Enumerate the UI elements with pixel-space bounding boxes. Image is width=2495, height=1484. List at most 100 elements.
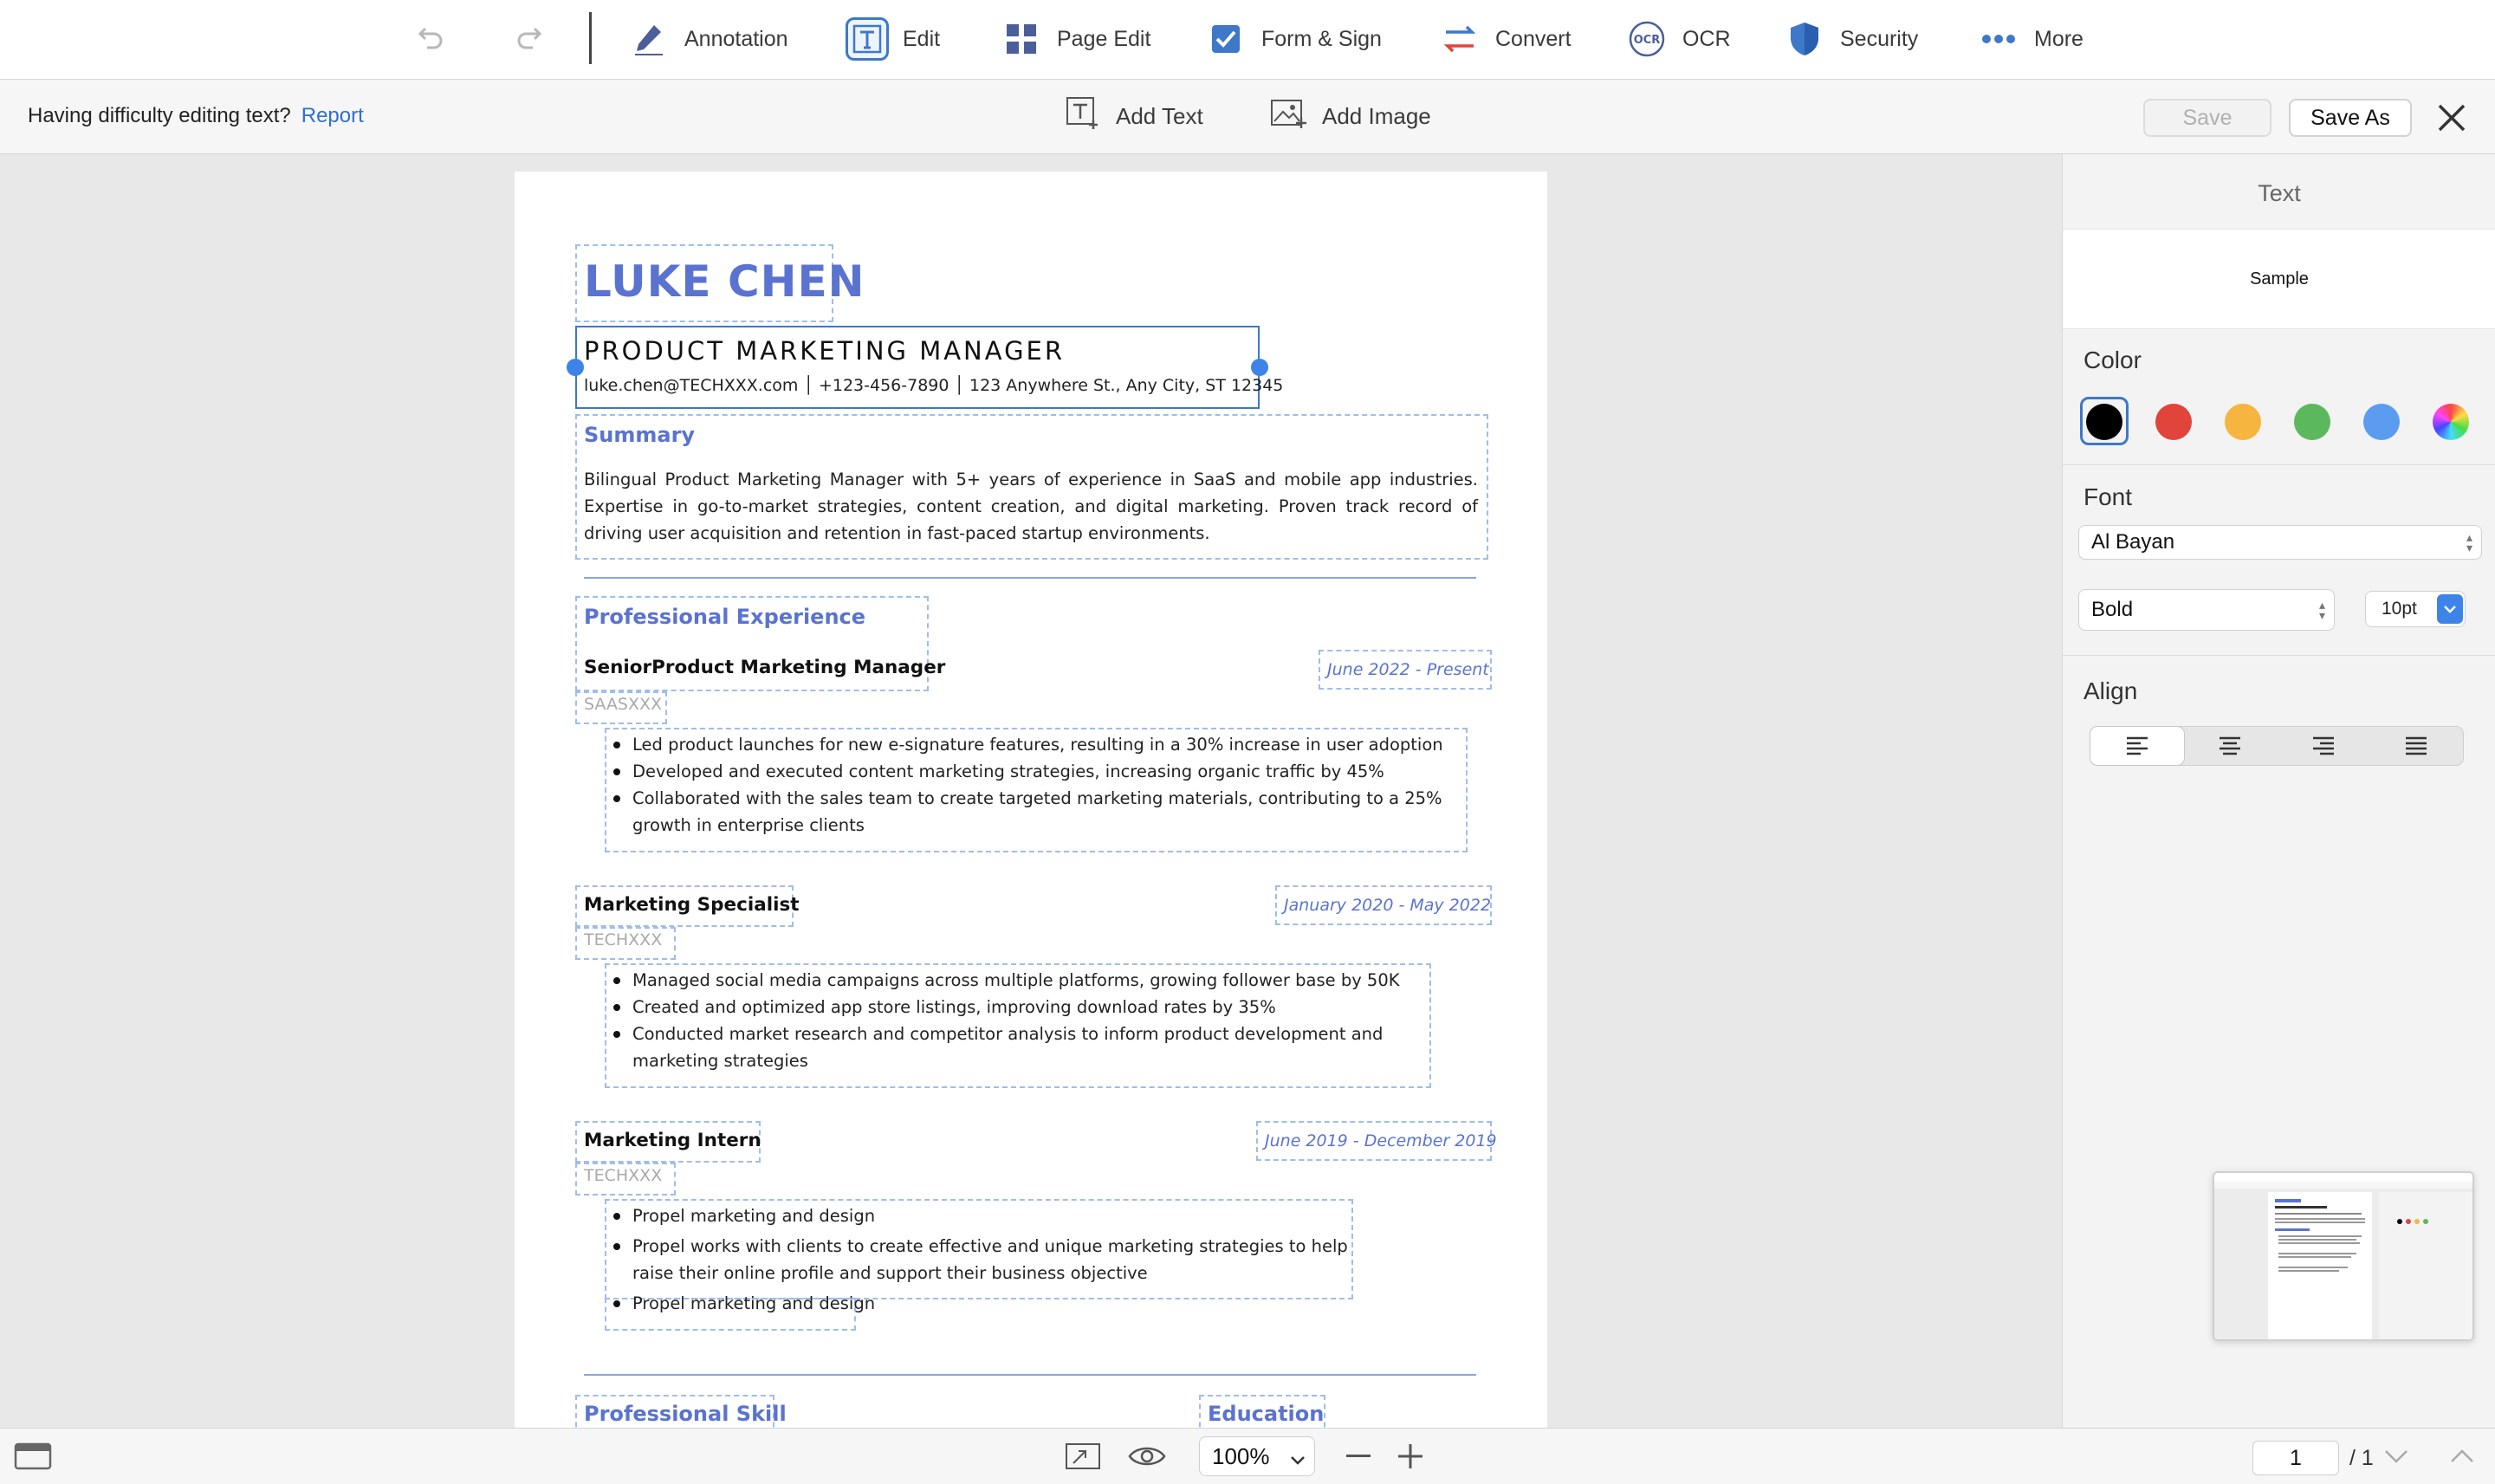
- chevron-updown-icon: ▴ ▾: [2466, 530, 2472, 554]
- hint-text: Having difficulty editing text?: [28, 104, 291, 127]
- job-date: June 2022 - Present: [1327, 660, 1489, 679]
- align-justify-button[interactable]: [2370, 727, 2464, 765]
- eye-icon[interactable]: [1128, 1439, 1166, 1474]
- color-swatch-black[interactable]: [2086, 404, 2122, 440]
- job-company: TECHXXX: [584, 930, 663, 949]
- redo-icon[interactable]: [509, 19, 548, 54]
- education-heading: Education: [1208, 1402, 1325, 1426]
- align-justify-icon: [2406, 736, 2427, 755]
- ocr-icon: OCR: [1625, 17, 1669, 61]
- zoom-select[interactable]: 100%: [1199, 1436, 1315, 1476]
- job-date: January 2020 - May 2022: [1284, 896, 1492, 915]
- more-button[interactable]: More: [1977, 12, 2083, 66]
- shield-icon: [1783, 17, 1826, 61]
- chevron-updown-icon: ▴ ▾: [2318, 598, 2325, 622]
- more-label: More: [2034, 26, 2083, 51]
- main-toolbar: Annotation Edit Page Edit Form & Sign Co…: [0, 0, 2495, 80]
- resize-handle-left[interactable]: [567, 359, 584, 376]
- page-thumbnail-preview[interactable]: [2213, 1171, 2474, 1341]
- form-sign-button[interactable]: Form & Sign: [1204, 12, 1382, 66]
- skill-heading: Professional Skill: [584, 1402, 787, 1426]
- align-left-button[interactable]: [2090, 727, 2184, 765]
- chevron-down-icon: [1290, 1446, 1306, 1473]
- document-workspace: LUKE CHEN PRODUCT MARKETING MANAGER luke…: [0, 154, 2062, 1428]
- add-text-button[interactable]: Add Text: [1066, 96, 1203, 137]
- save-button[interactable]: Save: [2143, 99, 2271, 137]
- panel-title: Text: [2258, 180, 2301, 206]
- report-link[interactable]: Report: [301, 104, 364, 127]
- annotation-button[interactable]: Annotation: [627, 12, 788, 66]
- job-company: SAASXXX: [584, 695, 663, 714]
- pdf-page: LUKE CHEN PRODUCT MARKETING MANAGER luke…: [515, 172, 1547, 1428]
- ocr-label: OCR: [1682, 26, 1731, 51]
- add-text-label: Add Text: [1116, 102, 1203, 129]
- job-role: Marketing Intern: [584, 1130, 761, 1151]
- align-right-button[interactable]: [2277, 727, 2370, 765]
- prev-page-chevron-up-icon[interactable]: [2443, 1439, 2481, 1474]
- add-image-button[interactable]: Add Image: [1270, 97, 1431, 135]
- add-text-icon: [1066, 96, 1100, 137]
- color-picker-wheel-icon[interactable]: [2433, 404, 2469, 440]
- align-left-icon: [2126, 736, 2148, 755]
- edit-button[interactable]: Edit: [846, 12, 940, 66]
- list-item: Developed and executed content marketing…: [605, 758, 1462, 785]
- color-label: Color: [2083, 347, 2142, 373]
- close-icon[interactable]: [2434, 100, 2469, 135]
- chevron-down-icon[interactable]: [2437, 594, 2463, 624]
- color-swatch-green[interactable]: [2294, 404, 2330, 440]
- list-item: Propel works with clients to create effe…: [605, 1233, 1350, 1286]
- list-item: Created and optimized app store listings…: [605, 994, 1428, 1021]
- job-company: TECHXXX: [584, 1166, 663, 1185]
- pen-icon: [627, 17, 671, 61]
- fit-page-icon[interactable]: [1064, 1439, 1102, 1474]
- security-label: Security: [1840, 26, 1919, 51]
- list-item: Led product launches for new e-signature…: [605, 731, 1462, 758]
- resize-handle-right[interactable]: [1251, 359, 1268, 376]
- sidebar-toggle-icon[interactable]: [14, 1439, 52, 1474]
- text-align-segmented-control: [2090, 726, 2464, 766]
- summary-text: Bilingual Product Marketing Manager with…: [584, 470, 1478, 543]
- checkbox-icon: [1204, 17, 1248, 61]
- page-number-input[interactable]: 1: [2252, 1441, 2339, 1475]
- color-swatch-blue[interactable]: [2363, 404, 2400, 440]
- grid-icon: [1000, 17, 1043, 61]
- list-item: Collaborated with the sales team to crea…: [605, 785, 1462, 839]
- font-sample-preview: Sample: [2063, 229, 2495, 329]
- color-swatch-red[interactable]: [2155, 404, 2192, 440]
- font-size-value: 10pt: [2382, 599, 2417, 619]
- ocr-button[interactable]: OCR OCR: [1625, 12, 1731, 66]
- font-label: Font: [2083, 483, 2133, 510]
- convert-button[interactable]: Convert: [1438, 12, 1572, 66]
- form-sign-label: Form & Sign: [1261, 26, 1382, 51]
- sample-text: Sample: [2250, 269, 2309, 288]
- editing-hint: Having difficulty editing text? Report: [28, 104, 364, 128]
- panel-divider: [2063, 655, 2495, 656]
- job-bullets: Propel marketing and design Propel works…: [605, 1202, 1350, 1317]
- zoom-out-icon[interactable]: [1339, 1439, 1377, 1474]
- zoom-value: 100%: [1212, 1442, 1270, 1469]
- job-role: SeniorProduct Marketing Manager: [584, 657, 946, 678]
- convert-label: Convert: [1495, 26, 1572, 51]
- page-total: / 1: [2349, 1446, 2374, 1470]
- align-center-icon: [2220, 736, 2241, 755]
- undo-icon[interactable]: [412, 19, 450, 54]
- section-divider: [584, 577, 1476, 579]
- list-item: Propel marketing and design: [605, 1202, 1350, 1229]
- font-weight-select[interactable]: Bold ▴ ▾: [2078, 589, 2335, 631]
- page-edit-label: Page Edit: [1057, 26, 1151, 51]
- list-item: Conducted market research and competitor…: [605, 1021, 1428, 1074]
- color-swatch-yellow[interactable]: [2225, 404, 2261, 440]
- resume-document: LUKE CHEN PRODUCT MARKETING MANAGER luke…: [515, 172, 1547, 1428]
- edit-label: Edit: [903, 26, 941, 51]
- annotation-label: Annotation: [684, 26, 788, 51]
- more-dots-icon: [1977, 17, 2020, 61]
- save-as-button[interactable]: Save As: [2289, 99, 2412, 137]
- security-button[interactable]: Security: [1783, 12, 1918, 66]
- list-item: Managed social media campaigns across mu…: [605, 967, 1428, 994]
- align-center-button[interactable]: [2184, 727, 2278, 765]
- page-edit-button[interactable]: Page Edit: [1000, 12, 1150, 66]
- text-edit-icon: [846, 17, 889, 61]
- zoom-in-icon[interactable]: [1391, 1439, 1429, 1474]
- next-page-chevron-down-icon[interactable]: [2377, 1439, 2415, 1474]
- font-family-select[interactable]: Al Bayan ▴ ▾: [2078, 525, 2482, 560]
